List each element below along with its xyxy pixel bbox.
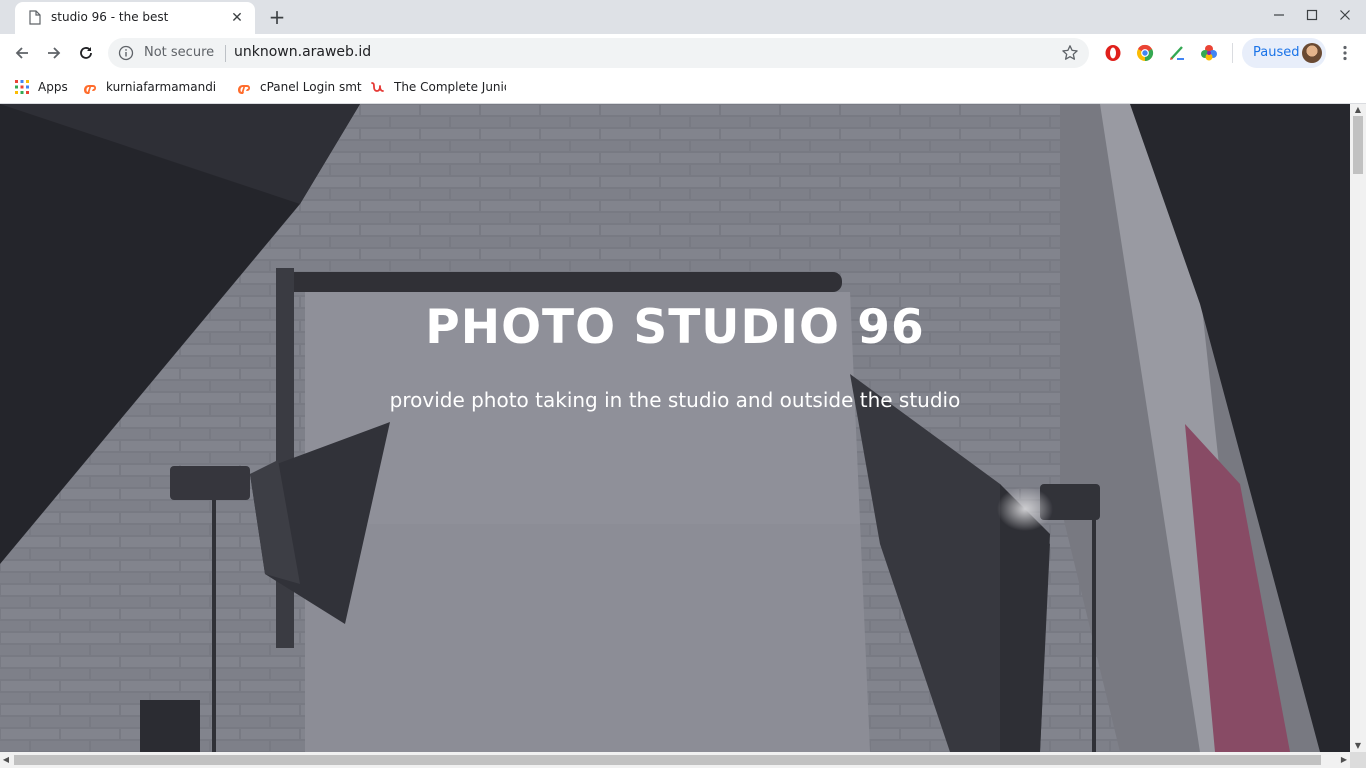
hero-title: PHOTO STUDIO 96 [425,300,925,355]
forward-button[interactable] [41,40,67,66]
profile-button[interactable]: Paused [1242,38,1326,68]
opera-icon[interactable] [1104,44,1122,62]
maximize-button[interactable] [1297,4,1327,28]
info-icon[interactable] [118,45,134,65]
scroll-left-arrow-icon[interactable]: ◀ [0,752,12,768]
cpanel-icon [84,85,96,94]
tab-strip: studio 96 - the best ✕ + [0,0,1366,34]
scroll-down-arrow-icon[interactable]: ▼ [1350,740,1366,752]
profile-status: Paused [1253,45,1300,60]
bookmark-label: Apps [38,80,68,94]
vertical-scrollbar[interactable]: ▲ ▼ [1350,104,1366,752]
bookmark-apps[interactable]: Apps [14,77,68,97]
apps-grid-icon [15,80,29,94]
bookmark-label: The Complete Junior [394,80,506,94]
color-wheel-icon[interactable] [1200,44,1218,62]
browser-tab[interactable]: studio 96 - the best ✕ [15,2,255,34]
close-tab-icon[interactable]: ✕ [229,10,245,26]
chrome-colored-icon[interactable] [1136,44,1154,62]
horizontal-scrollbar[interactable]: ◀ ▶ [0,752,1350,768]
new-tab-button[interactable]: + [266,6,288,28]
bookmark-star-icon[interactable] [1061,44,1079,66]
toolbar-divider [1232,43,1233,63]
script-u-icon [371,82,384,92]
bookmark-label: cPanel Login smt [260,80,362,94]
close-window-button[interactable] [1330,4,1360,28]
page-icon [29,10,41,29]
minimize-button[interactable] [1264,4,1294,28]
browser-toolbar: Not secure unknown.araweb.id Paused [0,34,1366,71]
reload-icon [80,47,92,59]
avatar [1302,43,1322,63]
bookmark-cpanel-login[interactable]: cPanel Login smt [236,77,362,97]
address-bar[interactable]: Not secure unknown.araweb.id [108,38,1089,68]
more-menu-icon[interactable] [1338,44,1352,62]
security-status[interactable]: Not secure [144,45,214,60]
reload-button[interactable] [73,40,99,66]
horizontal-scroll-thumb[interactable] [14,755,1321,765]
hero-subtitle: provide photo taking in the studio and o… [389,388,961,412]
forward-arrow-icon [48,47,61,59]
back-arrow-icon [15,47,28,59]
bookmark-label: kurniafarmamandiri [106,80,216,94]
paint-brush-icon[interactable] [1168,44,1186,62]
bookmarks-bar: Apps kurniafarmamandiri cPanel Login smt… [0,71,1366,104]
scrollbar-corner [1350,752,1366,768]
bookmark-complete-junior[interactable]: The Complete Junior [370,77,506,97]
cpanel-icon [238,85,250,94]
url-text[interactable]: unknown.araweb.id [234,44,371,60]
back-button[interactable] [9,40,35,66]
omnibox-divider [225,45,226,62]
vertical-scroll-thumb[interactable] [1353,116,1363,174]
hero-background-image [0,104,1350,752]
page-viewport: PHOTO STUDIO 96 provide photo taking in … [0,104,1350,752]
scroll-up-arrow-icon[interactable]: ▲ [1350,104,1366,116]
tab-title: studio 96 - the best [51,10,169,24]
scroll-right-arrow-icon[interactable]: ▶ [1338,752,1350,768]
bookmark-kurniafarmamandiri[interactable]: kurniafarmamandiri [82,77,216,97]
